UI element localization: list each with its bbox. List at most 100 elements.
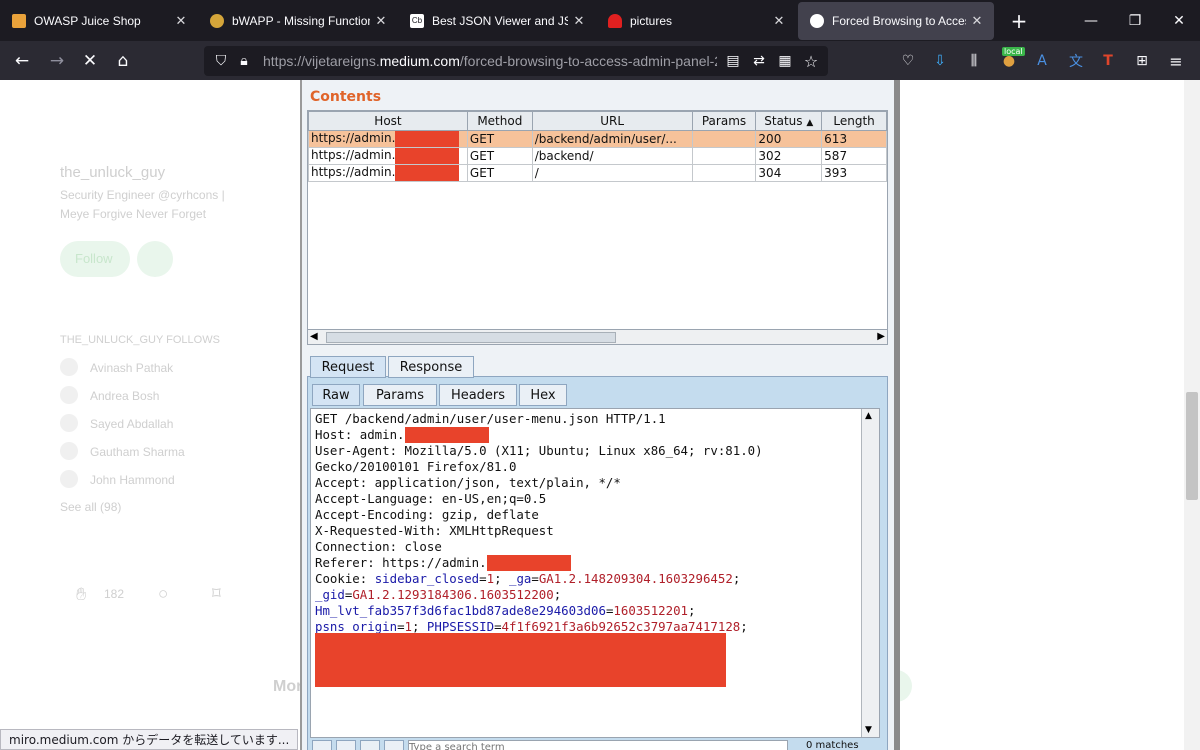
cookie-value: 1 — [404, 619, 412, 634]
extension-t-icon[interactable]: T — [1098, 51, 1118, 71]
translator-alt-icon[interactable]: 文 — [1066, 51, 1086, 71]
editor-vertical-scrollbar[interactable]: ▲ ▼ — [861, 409, 879, 737]
nav-bar: ← → ✕ ⌂ ⛉ 🔒︎ https://vijetareigns.medium… — [0, 41, 1200, 80]
home-icon[interactable]: ⌂ — [110, 48, 136, 74]
avatar — [60, 358, 78, 376]
url-bar[interactable]: ⛉ 🔒︎ https://vijetareigns.medium.com/for… — [204, 46, 828, 76]
url-path: /forced-browsing-to-access-admin-panel-2… — [459, 53, 717, 69]
subscribe-icon[interactable] — [137, 241, 173, 277]
column-host[interactable]: Host — [308, 111, 468, 131]
close-icon[interactable]: ✕ — [170, 13, 192, 29]
help-icon[interactable] — [312, 740, 332, 750]
menu-icon[interactable]: ≡ — [1166, 51, 1186, 71]
follow-item[interactable]: John Hammond — [90, 473, 175, 487]
close-icon[interactable]: ✕ — [966, 13, 988, 29]
table-row[interactable]: https://admin. GET /backend/ 302 587 — [308, 147, 887, 165]
tab-title: Best JSON Viewer and JSON F — [432, 14, 568, 28]
tab-headers[interactable]: Headers — [439, 384, 517, 406]
follow-label: Follow — [75, 251, 113, 266]
search-bar: 0 matches — [312, 740, 882, 750]
cookie-key: _ga — [508, 571, 532, 586]
shield-icon[interactable]: ⛉ — [212, 52, 230, 70]
search-input[interactable] — [408, 740, 788, 750]
tab-raw[interactable]: Raw — [312, 384, 360, 406]
column-length[interactable]: Length — [821, 111, 887, 131]
restore-icon[interactable]: ❐ — [1112, 0, 1158, 41]
bookmark-icon[interactable]: ⌑ — [212, 584, 221, 604]
back-icon[interactable]: ← — [9, 48, 35, 74]
follow-item[interactable]: Avinash Pathak — [90, 361, 173, 375]
close-icon[interactable]: ✕ — [370, 13, 392, 29]
previous-icon[interactable] — [336, 740, 356, 750]
table-row[interactable]: https://admin. GET / 304 393 — [308, 164, 887, 182]
column-url[interactable]: URL — [531, 111, 693, 131]
follow-item[interactable]: Andrea Bosh — [90, 389, 159, 403]
author-name[interactable]: the_unluck_guy — [60, 164, 165, 181]
tab-json-viewer[interactable]: Cb Best JSON Viewer and JSON F ✕ — [398, 2, 596, 40]
downloads-icon[interactable]: ⇩ — [930, 51, 950, 71]
column-method[interactable]: Method — [466, 111, 533, 131]
qr-code-icon[interactable]: ▦ — [776, 52, 794, 70]
see-all-link[interactable]: See all (98) — [60, 500, 121, 514]
host-cell: https://admin. — [308, 130, 468, 148]
raw-request-text[interactable]: GET /backend/admin/user/user-menu.json H… — [315, 411, 763, 635]
method-cell: GET — [466, 130, 533, 148]
add-icon[interactable] — [360, 740, 380, 750]
scroll-down-icon[interactable]: ▼ — [865, 725, 872, 735]
request-line: GET /backend/admin/user/user-menu.json H… — [315, 411, 666, 426]
referer-header: Referer: https://admin. — [315, 555, 487, 570]
lock-icon[interactable]: 🔒︎ — [236, 52, 252, 70]
table-horizontal-scrollbar[interactable]: ◀ ▶ — [307, 329, 888, 345]
column-params[interactable]: Params — [691, 111, 757, 131]
scroll-left-icon[interactable]: ◀ — [310, 331, 318, 342]
follow-item[interactable]: Gautham Sharma — [90, 445, 185, 459]
cookie-value: GA1.2.148209304.1603296452 — [538, 571, 733, 586]
close-icon[interactable]: ✕ — [768, 13, 790, 29]
method-cell: GET — [466, 147, 533, 165]
tab-juice-shop[interactable]: OWASP Juice Shop ✕ — [0, 2, 198, 40]
stop-icon[interactable]: ✕ — [77, 48, 103, 74]
clap-icon[interactable]: ✋︎ — [76, 584, 86, 605]
translate-icon[interactable]: ⇄ — [750, 52, 768, 70]
library-icon[interactable]: ⫼ — [964, 51, 984, 71]
forward-icon[interactable]: → — [44, 48, 70, 74]
length-cell: 393 — [821, 164, 887, 182]
tab-pictures[interactable]: pictures ✕ — [596, 2, 796, 40]
tab-forced-browsing[interactable]: Forced Browsing to Access Ac ✕ — [798, 2, 994, 40]
tab-request[interactable]: Request — [310, 356, 386, 378]
table-row[interactable]: https://admin. GET /backend/admin/user/.… — [308, 130, 887, 148]
user-agent-header: User-Agent: Mozilla/5.0 (X11; Ubuntu; Li… — [315, 443, 763, 458]
scroll-right-icon[interactable]: ▶ — [877, 331, 885, 342]
status-bar: miro.medium.com からデータを転送しています... — [0, 729, 299, 750]
raw-request-editor[interactable]: GET /backend/admin/user/user-menu.json H… — [310, 408, 880, 738]
status-cell: 304 — [755, 164, 823, 182]
pocket-icon[interactable]: ♡ — [898, 51, 918, 71]
bee-icon — [210, 14, 224, 28]
tab-bwapp[interactable]: bWAPP - Missing Functional L ✕ — [198, 2, 398, 40]
close-icon[interactable]: ✕ — [568, 13, 590, 29]
redaction — [486, 555, 571, 571]
tab-response[interactable]: Response — [388, 356, 474, 378]
follow-item[interactable]: Sayed Abdallah — [90, 417, 173, 431]
redaction — [395, 148, 460, 164]
follow-button[interactable]: Follow — [60, 241, 130, 277]
window-close-icon[interactable]: ✕ — [1156, 0, 1200, 41]
next-icon[interactable] — [384, 740, 404, 750]
tab-params[interactable]: Params — [363, 384, 437, 406]
new-tab-icon[interactable]: + — [996, 0, 1042, 41]
scrollbar-thumb[interactable] — [326, 332, 616, 343]
url-cell: /backend/ — [531, 147, 693, 165]
tab-bar: OWASP Juice Shop ✕ bWAPP - Missing Funct… — [0, 0, 1200, 41]
comment-icon[interactable]: ○ — [158, 584, 168, 604]
bookmark-star-icon[interactable]: ☆ — [802, 52, 820, 71]
minimize-icon[interactable]: — — [1068, 0, 1114, 41]
reader-view-icon[interactable]: ▤ — [724, 52, 742, 70]
column-status[interactable]: Status ▲ — [755, 111, 823, 131]
url-text[interactable]: https://vijetareigns.medium.com/forced-b… — [263, 53, 717, 69]
tab-hex[interactable]: Hex — [519, 384, 567, 406]
translator-icon[interactable]: A — [1032, 51, 1052, 71]
scroll-up-icon[interactable]: ▲ — [865, 411, 872, 421]
site-map-table: Host Method URL Params Status ▲ Length h… — [307, 110, 888, 344]
extensions-icon[interactable]: ⊞ — [1132, 51, 1152, 71]
page-scrollbar-thumb[interactable] — [1186, 392, 1198, 500]
